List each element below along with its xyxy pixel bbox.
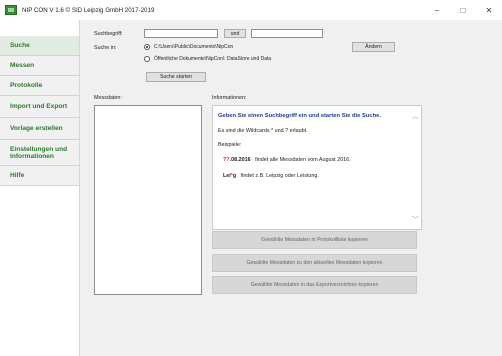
copy-to-export-button[interactable]: Gewählte Messdaten in das Exportverzeich… (212, 276, 417, 294)
scroll-up-icon[interactable]: ︿ (412, 111, 419, 121)
radio-unselected-icon[interactable] (144, 56, 150, 62)
window-controls: – □ ✕ (424, 0, 502, 20)
example-1-wildcard: ?? (223, 157, 230, 163)
sidebar-item-einstellungen[interactable]: Einstellungen und Informationen (0, 140, 79, 166)
sidebar-item-import-export[interactable]: Import und Export (0, 96, 79, 118)
window-title: NIP CON V 1.6 © SID Leipzig GmbH 2017-20… (22, 6, 155, 14)
search-term-label: Suchbegriff: (94, 31, 123, 37)
copy-to-protocol-button[interactable]: Gewählte Messdaten in Protokollliste kop… (212, 231, 417, 249)
info-wildcards-text: Es sind die Wildcards * und ? erlaubt. (218, 128, 308, 134)
scroll-down-icon[interactable]: ﹀ (412, 215, 419, 225)
and-button[interactable]: und (224, 29, 246, 38)
sidebar-item-protokolle[interactable]: Protokolle (0, 76, 79, 96)
messdaten-label: Messdaten: (94, 95, 122, 101)
sidebar-item-hilfe[interactable]: Hilfe (0, 166, 79, 186)
scope-option-2-label: Öffentliche Dokumente\NipCon\: DataStore… (154, 56, 272, 62)
scope-option-1[interactable]: C:\Users\Public\Documents\NipCon (144, 44, 233, 50)
info-panel: Geben Sie einen Suchbegriff ein und star… (212, 105, 422, 230)
info-heading: Geben Sie einen Suchbegriff ein und star… (218, 113, 381, 119)
search-term2-input[interactable] (251, 29, 323, 38)
start-search-button[interactable]: Suche starten (146, 72, 206, 82)
example-2-pre: Lei (223, 173, 231, 179)
radio-selected-icon[interactable] (144, 44, 150, 50)
main-panel: Suchbegriff: und Suche in: C:\Users\Publ… (79, 20, 502, 356)
copy-to-current-button[interactable]: Gewählte Messdaten zu den aktuellen Mess… (212, 254, 417, 272)
sidebar: Suche Messen Protokolle Import und Expor… (0, 36, 79, 356)
example-1-text: findet alle Messdaten vom August 2016. (255, 157, 351, 163)
example-1: ??.08.2016 findet alle Messdaten vom Aug… (223, 157, 351, 163)
maximize-button[interactable]: □ (450, 0, 476, 20)
app-logo-icon (5, 5, 17, 15)
sidebar-item-suche[interactable]: Suche (0, 36, 79, 56)
example-1-key: .08.2016 (229, 157, 251, 163)
info-label: Informationen: (212, 95, 247, 101)
search-term-input[interactable] (144, 29, 218, 38)
sidebar-empty-area (0, 186, 79, 356)
info-examples-label: Beispiele: (218, 142, 242, 148)
scope-option-2[interactable]: Öffentliche Dokumente\NipCon\: DataStore… (144, 56, 271, 62)
sidebar-item-vorlage[interactable]: Vorlage erstellen (0, 118, 79, 140)
scope-option-1-label: C:\Users\Public\Documents\NipCon (154, 44, 234, 50)
sidebar-item-messen[interactable]: Messen (0, 56, 79, 76)
messdaten-list[interactable] (94, 105, 202, 295)
example-2-text: findet z.B. Leipzig oder Leistung. (240, 173, 319, 179)
minimize-button[interactable]: – (424, 0, 450, 20)
title-bar: NIP CON V 1.6 © SID Leipzig GmbH 2017-20… (0, 0, 502, 20)
example-2-post: g (232, 173, 237, 179)
search-scope-label: Suche in: (94, 45, 117, 51)
close-button[interactable]: ✕ (476, 0, 502, 20)
example-2: Lei*g findet z.B. Leipzig oder Leistung. (223, 173, 319, 179)
change-path-button[interactable]: Ändern (352, 42, 395, 52)
